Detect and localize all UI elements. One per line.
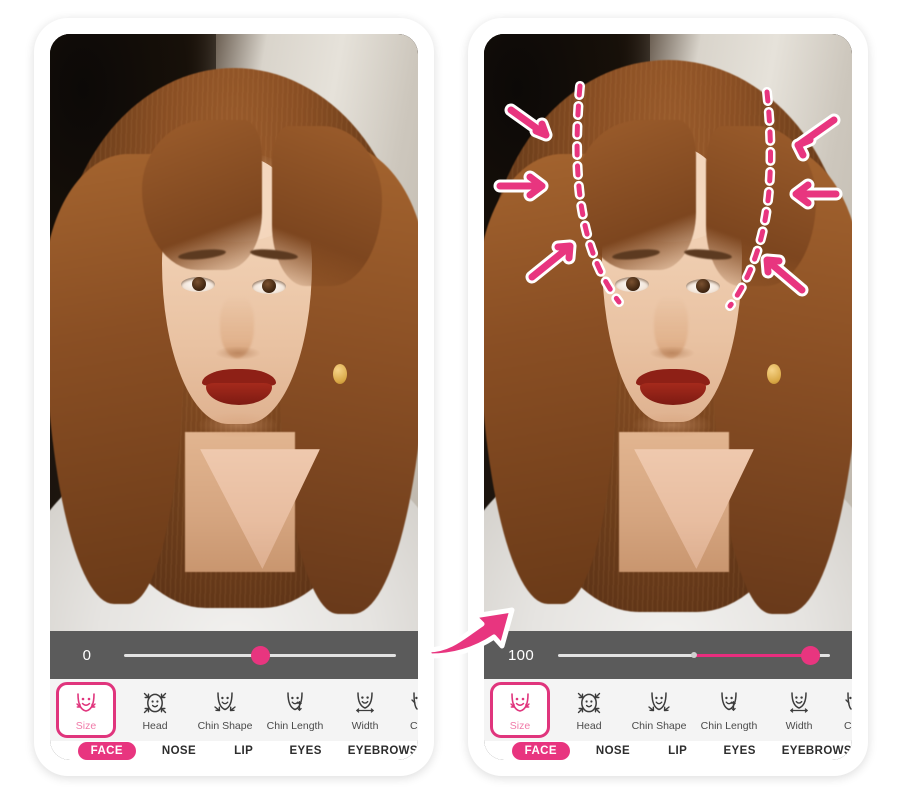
tool-chin-length[interactable]: Chin Length [694, 683, 764, 737]
tool-cheek[interactable]: Cl [400, 683, 418, 737]
photo-before[interactable] [50, 34, 418, 631]
tool-head[interactable]: Head [554, 683, 624, 737]
nostril-shadow [215, 346, 261, 360]
screen-after: 100 Size Head Chin Shape Chin Length Wid… [484, 34, 852, 760]
iris-right [262, 279, 276, 293]
category-tabs-before[interactable]: FACE NOSE LIP EYES EYEBROWS [50, 741, 418, 760]
slider-knob[interactable] [801, 645, 821, 665]
iris-left [192, 277, 206, 291]
cheek-icon [408, 688, 418, 718]
slider-value-before: 0 [82, 646, 92, 664]
face-width-icon [351, 688, 379, 718]
tab-eyes[interactable]: EYES [289, 745, 321, 757]
tool-label: Chin Length [700, 720, 758, 732]
slider-before[interactable] [124, 643, 396, 667]
slider-center-dot [691, 652, 697, 658]
comparison-stage: 0 Size Head Chin Shape Chin Length Width… [0, 0, 901, 794]
tab-lip[interactable]: LIP [234, 745, 253, 757]
tool-label: Size [75, 720, 97, 732]
tool-label: Chin Length [266, 720, 324, 732]
tool-label: Size [509, 720, 531, 732]
face-width-icon [785, 688, 813, 718]
tab-face[interactable]: FACE [77, 741, 136, 760]
chin-shape-icon [211, 688, 239, 718]
lower-lip [640, 383, 706, 405]
tool-size[interactable]: Size [56, 682, 116, 738]
earring [333, 364, 347, 384]
tab-lip[interactable]: LIP [668, 745, 687, 757]
lips [636, 369, 710, 405]
tool-chin-shape[interactable]: Chin Shape [624, 683, 694, 737]
tool-label: Chin Shape [197, 720, 253, 732]
category-tabs-after[interactable]: FACE NOSE LIP EYES EYEBROWS [484, 741, 852, 760]
face-size-icon [73, 688, 99, 718]
chin-shape-icon [645, 688, 673, 718]
tab-face[interactable]: FACE [511, 741, 570, 760]
tool-head[interactable]: Head [120, 683, 190, 737]
iris-right [696, 279, 710, 293]
tool-label: Head [142, 720, 168, 732]
slider-bar-before: 0 [50, 631, 418, 679]
slider-bar-after: 100 [484, 631, 852, 679]
face-size-icon [507, 688, 533, 718]
tool-strip-after[interactable]: Size Head Chin Shape Chin Length Width C [484, 679, 852, 741]
chin-shadow [632, 412, 712, 438]
tab-eyebrows[interactable]: EYEBROWS [782, 745, 852, 757]
tool-chin-length[interactable]: Chin Length [260, 683, 330, 737]
tool-width[interactable]: Width [764, 683, 834, 737]
chin-length-icon [281, 688, 309, 718]
tool-chin-shape[interactable]: Chin Shape [190, 683, 260, 737]
cheek-icon [842, 688, 852, 718]
hair-fringe-left [576, 120, 696, 270]
nostril-shadow [649, 346, 695, 360]
tool-label: Width [351, 720, 379, 732]
phone-before: 0 Size Head Chin Shape Chin Length Width… [34, 18, 434, 776]
tool-cheek[interactable]: Cl [834, 683, 852, 737]
tool-width[interactable]: Width [330, 683, 400, 737]
phone-after: 100 Size Head Chin Shape Chin Length Wid… [468, 18, 868, 776]
iris-left [626, 277, 640, 291]
tool-size[interactable]: Size [490, 682, 550, 738]
right-arrow-icon [425, 607, 515, 659]
hair-fringe-right [272, 126, 382, 286]
chin-shadow [198, 412, 278, 438]
tool-label: Width [785, 720, 813, 732]
earring [767, 364, 781, 384]
chin-length-icon [715, 688, 743, 718]
tool-label: Cl [844, 720, 852, 732]
screen-before: 0 Size Head Chin Shape Chin Length Width… [50, 34, 418, 760]
hair-fringe-left [142, 120, 262, 270]
tool-label: Chin Shape [631, 720, 687, 732]
photo-after[interactable] [484, 34, 852, 631]
lower-lip [206, 383, 272, 405]
tab-nose[interactable]: NOSE [596, 745, 630, 757]
tool-label: Cl [410, 720, 418, 732]
tab-eyes[interactable]: EYES [723, 745, 755, 757]
head-resize-icon [575, 688, 603, 718]
slider-knob[interactable] [250, 645, 270, 665]
slider-fill [694, 653, 811, 657]
slider-after[interactable] [558, 643, 830, 667]
hair-fringe-right [706, 126, 816, 286]
lips [202, 369, 276, 405]
tool-strip-before[interactable]: Size Head Chin Shape Chin Length Width C [50, 679, 418, 741]
head-resize-icon [141, 688, 169, 718]
tool-label: Head [576, 720, 602, 732]
tab-nose[interactable]: NOSE [162, 745, 196, 757]
tab-eyebrows[interactable]: EYEBROWS [348, 745, 418, 757]
